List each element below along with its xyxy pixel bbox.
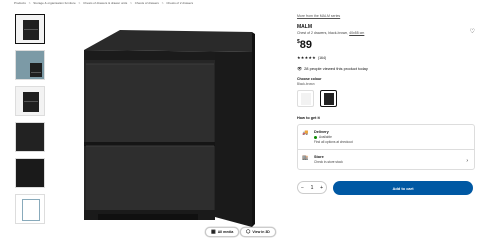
thumbnail-image	[23, 20, 39, 40]
breadcrumb-item[interactable]: Products	[14, 1, 26, 5]
cube-icon: ⬡	[246, 229, 251, 235]
thumbnail-drawer-open[interactable]	[15, 86, 45, 116]
thumbnail-dimension-drawing[interactable]	[15, 194, 45, 224]
series-link[interactable]: More from the MALM series	[297, 14, 475, 18]
drawing-outline	[22, 199, 40, 221]
breadcrumb-separator: >	[78, 1, 81, 5]
available-dot-icon	[314, 135, 317, 139]
rating[interactable]: ★★★★★ (164)	[297, 55, 475, 60]
colour-option-white[interactable]	[297, 90, 314, 107]
eye-icon: 👁	[297, 66, 303, 71]
gallery-icon: ▦	[211, 229, 216, 235]
all-media-label: All media	[217, 230, 234, 234]
colour-options	[297, 90, 475, 107]
product-description: Chest of 2 drawers, black-brown, 40x55 c…	[297, 31, 475, 35]
delivery-option[interactable]: 🚚 Delivery Available Find all options at…	[298, 125, 474, 149]
thumbnail-texture-detail[interactable]	[15, 122, 45, 152]
product-info-panel: More from the MALM series ♡ MALM Chest o…	[297, 14, 475, 170]
favourite-heart-icon[interactable]: ♡	[470, 28, 475, 35]
breadcrumb-item[interactable]: Storage & organisation furniture	[33, 1, 75, 5]
store-icon: 🏬	[302, 155, 309, 161]
truck-icon: 🚚	[302, 130, 309, 136]
store-option[interactable]: 🏬 Store Check in-store stock ›	[298, 149, 474, 169]
quantity-stepper: − 1 +	[297, 181, 327, 194]
quantity-value[interactable]: 1	[311, 185, 314, 191]
store-label: Store	[314, 155, 324, 159]
thumbnail-chest-front[interactable]	[15, 14, 45, 44]
thumbnail-list	[15, 14, 47, 230]
view-in-3d-button[interactable]: ⬡ View in 3D	[240, 227, 276, 237]
delivery-status: Available	[314, 135, 353, 139]
delivery-sub: Find all options at checkout	[314, 140, 353, 144]
thumbnail-room-setting[interactable]	[15, 50, 45, 80]
product-main-image[interactable]	[60, 12, 285, 237]
swatch-image	[323, 92, 334, 105]
breadcrumb-separator: >	[28, 1, 31, 5]
add-to-cart-button[interactable]: Add to cart	[333, 181, 473, 195]
thumbnail-image	[23, 92, 39, 112]
product-dimensions-link[interactable]: 40x55 cm	[349, 31, 364, 35]
breadcrumb-item[interactable]: Chests of drawers & drawer units	[83, 1, 127, 5]
all-media-button[interactable]: ▦ All media	[205, 227, 240, 237]
how-to-get-it-heading: How to get it	[297, 116, 320, 120]
rating-stars-icon: ★★★★★	[297, 55, 316, 60]
chest-of-drawers-illustration	[84, 30, 255, 227]
breadcrumb-separator: >	[130, 1, 132, 5]
increase-quantity-button[interactable]: +	[320, 185, 323, 191]
thumbnail-image	[30, 63, 42, 77]
decrease-quantity-button[interactable]: −	[301, 185, 304, 191]
colour-option-black-brown[interactable]	[320, 90, 337, 107]
fulfilment-box: 🚚 Delivery Available Find all options at…	[297, 124, 475, 170]
breadcrumb-item[interactable]: Chests of 2 drawers	[166, 1, 193, 5]
swatch-image	[300, 92, 311, 105]
product-name: MALM	[297, 24, 312, 30]
store-sub: Check in-store stock	[314, 160, 343, 164]
delivery-label: Delivery	[314, 130, 329, 134]
price-value: 89	[299, 39, 313, 51]
thumbnail-dark-detail[interactable]	[15, 158, 45, 188]
breadcrumb-separator: >	[161, 1, 164, 5]
rating-count: (164)	[317, 55, 327, 60]
breadcrumb-item[interactable]: Chests of drawers	[135, 1, 159, 5]
viewed-text: 28 people viewed this product today	[304, 66, 368, 71]
product-description-text: Chest of 2 drawers, black-brown,	[297, 31, 349, 35]
product-price: $89	[297, 39, 475, 51]
colour-heading: Choose colour	[297, 77, 322, 81]
delivery-status-text: Available	[319, 135, 332, 139]
view-in-3d-label: View in 3D	[252, 230, 270, 234]
viewed-notice: 👁 28 people viewed this product today	[297, 66, 475, 71]
breadcrumb: Products > Storage & organisation furnit…	[14, 1, 475, 6]
chevron-right-icon: ›	[466, 158, 468, 164]
selected-colour: Black-brown	[297, 82, 315, 86]
